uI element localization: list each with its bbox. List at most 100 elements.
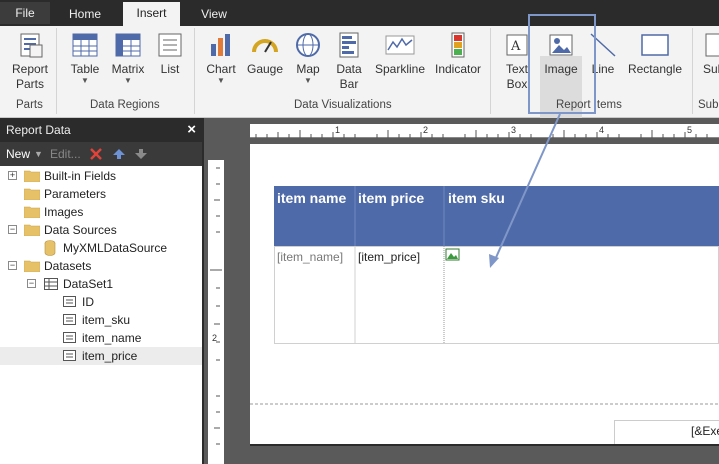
collapse-icon[interactable]: −: [27, 279, 36, 288]
rectangle-label: Rectangle: [627, 62, 683, 76]
tab-view[interactable]: View: [190, 3, 238, 26]
ruler-number: 1: [335, 125, 341, 135]
list-icon: [158, 33, 182, 57]
matrix-button[interactable]: Matrix ▼: [108, 30, 148, 85]
move-up-icon[interactable]: [112, 142, 126, 166]
cell-item-name[interactable]: [item_name]: [277, 250, 343, 264]
page-bottom-gap: [250, 446, 719, 464]
tree-item-field-item-name[interactable]: item_name: [0, 329, 202, 347]
map-dropdown-arrow[interactable]: ▼: [292, 77, 324, 85]
list-label: List: [160, 62, 180, 76]
tree-item-dataset1[interactable]: − DataSet1: [0, 275, 202, 293]
ruler-number: 4: [599, 125, 605, 135]
table-button[interactable]: Table ▼: [66, 30, 104, 85]
tree-item-data-sources[interactable]: − Data Sources: [0, 221, 202, 239]
chevron-down-icon[interactable]: ▼: [34, 142, 43, 166]
header-item-name[interactable]: item name: [277, 190, 346, 206]
tree-item-datasource[interactable]: MyXMLDataSource: [0, 239, 202, 257]
rectangle-button[interactable]: Rectangle: [626, 30, 684, 77]
tab-file[interactable]: File: [0, 2, 50, 24]
header-item-sku[interactable]: item sku: [448, 190, 505, 206]
report-data-panel: Report Data × New ▼ Edit... + Built-in F…: [0, 118, 204, 464]
ruler-number: 2: [212, 333, 218, 343]
subreport-icon: [705, 33, 719, 57]
image-placeholder-icon[interactable]: [445, 248, 460, 261]
ribbon-tab-bar: File Home Insert View: [0, 0, 719, 26]
map-button[interactable]: Map ▼: [292, 30, 324, 85]
indicator-label: Indicator: [434, 62, 482, 76]
tree-item-built-in-fields[interactable]: + Built-in Fields: [0, 167, 202, 185]
folder-icon: [24, 170, 40, 182]
chart-label: Chart: [206, 62, 236, 76]
tab-home[interactable]: Home: [58, 3, 112, 26]
collapse-icon[interactable]: −: [8, 225, 17, 234]
dataset-icon: [44, 278, 58, 290]
group-parts-label: Parts: [16, 99, 43, 111]
subreport-button[interactable]: Sub: [700, 30, 719, 77]
tree-label: Built-in Fields: [44, 169, 117, 183]
sparkline-icon: [385, 35, 415, 55]
tree-label: item_name: [82, 331, 142, 345]
indicator-icon: [451, 32, 465, 58]
matrix-label: Matrix: [111, 62, 145, 76]
field-icon: [63, 296, 76, 307]
data-bar-button[interactable]: Data Bar: [334, 30, 364, 92]
svg-text:A: A: [510, 39, 521, 54]
tree-label: Parameters: [44, 187, 107, 201]
report-page[interactable]: item name item price item sku [item_name…: [250, 144, 719, 464]
expand-icon[interactable]: +: [8, 171, 17, 180]
field-icon: [63, 350, 76, 361]
ruler-number: 2: [423, 125, 429, 135]
folder-icon: [24, 260, 40, 272]
panel-title: Report Data: [6, 123, 71, 137]
edit-button[interactable]: Edit...: [50, 142, 81, 166]
delete-icon[interactable]: [88, 142, 104, 166]
list-button[interactable]: List: [154, 30, 186, 77]
header-item-price[interactable]: item price: [358, 190, 424, 206]
field-icon: [63, 332, 76, 343]
tree-item-parameters[interactable]: Parameters: [0, 185, 202, 203]
tree-item-images[interactable]: Images: [0, 203, 202, 221]
horizontal-ruler: 1 2 3 4 5: [250, 124, 719, 138]
table-dropdown-arrow[interactable]: ▼: [66, 77, 104, 85]
tree-label: MyXMLDataSource: [63, 241, 168, 255]
tree-item-field-item-price[interactable]: item_price: [0, 347, 202, 365]
tree-label: Data Sources: [44, 223, 117, 237]
move-down-icon[interactable]: [134, 142, 148, 166]
close-icon[interactable]: ×: [187, 118, 196, 142]
tree-item-field-item-sku[interactable]: item_sku: [0, 311, 202, 329]
panel-toolbar: New ▼ Edit...: [0, 142, 202, 166]
matrix-dropdown-arrow[interactable]: ▼: [108, 77, 148, 85]
report-parts-label-2: Parts: [15, 77, 44, 91]
chart-dropdown-arrow[interactable]: ▼: [204, 77, 238, 85]
gauge-button[interactable]: Gauge: [246, 30, 284, 77]
subreport-label: Sub: [703, 62, 719, 76]
report-design-surface[interactable]: 1 2 3 4 5 2 item name item price item sk…: [204, 118, 719, 464]
data-bar-label-1: Data: [336, 62, 362, 76]
collapse-icon[interactable]: −: [8, 261, 17, 270]
chart-button[interactable]: Chart ▼: [204, 30, 238, 85]
map-label: Map: [296, 62, 320, 76]
page-bottom-edge: [250, 444, 719, 446]
tree-label: item_sku: [82, 313, 131, 327]
database-icon: [44, 240, 56, 256]
image-button-callout: [528, 14, 596, 114]
tree-item-field-id[interactable]: ID: [0, 293, 202, 311]
rectangle-icon: [641, 34, 669, 56]
table-label: Table: [70, 62, 100, 76]
ribbon-separator: [194, 28, 195, 114]
tab-insert[interactable]: Insert: [123, 2, 180, 26]
data-bar-label-2: Bar: [339, 77, 359, 91]
field-icon: [63, 314, 76, 325]
tree-item-datasets[interactable]: − Datasets: [0, 257, 202, 275]
new-button[interactable]: New: [6, 142, 30, 166]
report-parts-button[interactable]: Report Parts: [8, 30, 52, 92]
cell-item-price[interactable]: [item_price]: [358, 250, 420, 264]
table-icon: [72, 33, 98, 57]
ruler-number: 5: [687, 125, 693, 135]
sparkline-label: Sparkline: [374, 62, 426, 76]
ribbon-separator: [56, 28, 57, 114]
report-parts-icon: [20, 33, 43, 58]
sparkline-button[interactable]: Sparkline: [372, 30, 428, 77]
indicator-button[interactable]: Indicator: [432, 30, 484, 77]
